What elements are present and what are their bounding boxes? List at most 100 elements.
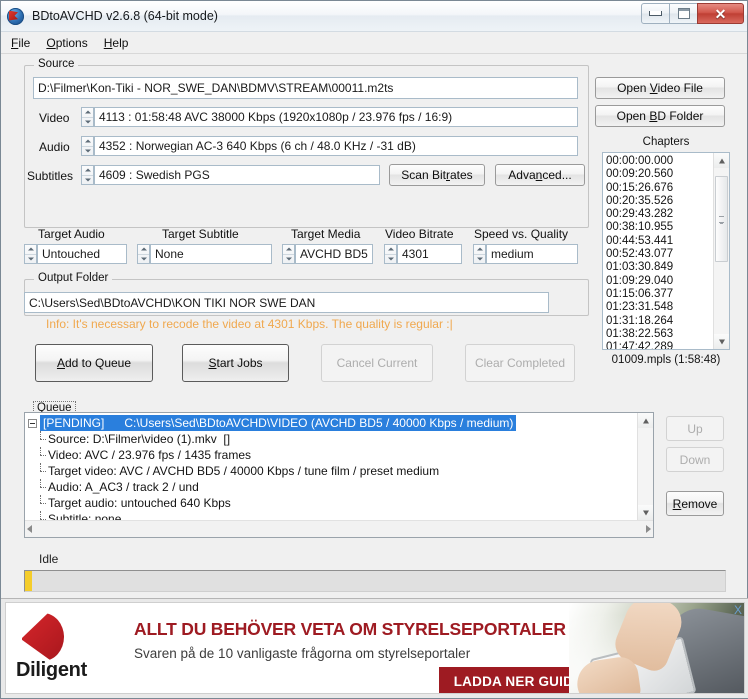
video-bitrate-input[interactable]: 4301 [397, 244, 462, 264]
progress-bar-fill [25, 571, 32, 591]
queue-detail-row: Subtitle: none [28, 510, 637, 520]
audio-track-input[interactable]: 4352 : Norwegian AC-3 640 Kbps (6 ch / 4… [94, 136, 578, 156]
subtitles-track-spinner[interactable] [81, 165, 94, 185]
scan-bitrates-button[interactable]: Scan Bitrates [389, 164, 485, 186]
menu-options[interactable]: Options [44, 34, 95, 52]
chapter-item[interactable]: 00:52:43.077 [606, 248, 713, 261]
queue-scroll-right-icon[interactable] [646, 525, 651, 533]
video-track-spinner[interactable] [81, 107, 94, 127]
minimize-button[interactable] [641, 3, 670, 24]
queue-selected-item[interactable]: [PENDING] C:\Users\Sed\BDtoAVCHD\VIDEO (… [40, 414, 517, 432]
advertisement-subline: Svaren på de 10 vanligaste frågorna om s… [134, 646, 471, 661]
chapter-item[interactable]: 01:47:42.289 [606, 341, 713, 349]
video-bitrate-label: Video Bitrate [385, 227, 454, 241]
chapter-item[interactable]: 01:23:31.548 [606, 301, 713, 314]
close-icon: ✕ [714, 5, 727, 22]
queue-vertical-scrollbar[interactable] [637, 413, 653, 520]
speed-quality-input[interactable]: medium [486, 244, 578, 264]
queue-horizontal-scrollbar[interactable] [25, 520, 653, 537]
chapters-scrollbar[interactable] [713, 153, 729, 349]
advertisement-content[interactable]: Diligent ALLT DU BEHÖVER VETA OM STYRELS… [5, 602, 745, 694]
video-track-input[interactable]: 4113 : 01:58:48 AVC 38000 Kbps (1920x108… [94, 107, 578, 127]
queue-inner: [PENDING] C:\Users\Sed\BDtoAVCHD\VIDEO (… [25, 413, 653, 520]
menu-file[interactable]: File [9, 34, 38, 52]
advertisement-headline: ALLT DU BEHÖVER VETA OM STYRELSEPORTALER [134, 619, 566, 639]
video-bitrate-spinner[interactable] [384, 244, 397, 264]
queue-detail-row: Source: D:\Filmer\video (1).mkv [] [28, 430, 637, 447]
add-to-queue-button[interactable]: Add to Queue [35, 344, 153, 382]
queue-detail-row: Target video: AVC / AVCHD BD5 / 40000 Kb… [28, 462, 637, 479]
advertiser-logo: Diligent [6, 603, 126, 693]
queue-row-header[interactable]: [PENDING] C:\Users\Sed\BDtoAVCHD\VIDEO (… [28, 414, 637, 432]
advanced-label: Advanced... [508, 168, 572, 182]
source-group-label: Source [34, 58, 79, 70]
queue-scroll-down-icon[interactable] [638, 505, 653, 520]
menu-bar: File Options Help [1, 32, 747, 54]
output-folder-input[interactable]: C:\Users\Sed\BDtoAVCHD\KON TIKI NOR SWE … [24, 292, 549, 313]
chapters-listbox[interactable]: 00:00:00.000 00:09:20.560 00:15:26.676 00:2… [602, 152, 730, 350]
scroll-up-icon[interactable] [714, 153, 729, 168]
open-video-file-label: Open Video File [617, 81, 703, 95]
advertiser-brand-name: Diligent [16, 659, 87, 681]
queue-up-label: Up [687, 421, 703, 436]
queue-detail-row: Target audio: untouched 640 Kbps [28, 494, 637, 511]
open-bd-folder-button[interactable]: Open BD Folder [595, 105, 725, 127]
audio-track-spinner[interactable] [81, 136, 94, 156]
queue-scroll-left-icon[interactable] [27, 525, 32, 533]
chapters-items: 00:00:00.000 00:09:20.560 00:15:26.676 00:2… [603, 153, 713, 349]
chapter-item[interactable]: 01:38:22.563 [606, 328, 713, 341]
queue-remove-button[interactable]: Remove [666, 491, 724, 516]
window-controls: ✕ [641, 3, 744, 24]
chapter-item[interactable]: 00:29:43.282 [606, 208, 713, 221]
advanced-button[interactable]: Advanced... [495, 164, 585, 186]
window-title: BDtoAVCHD v2.6.8 (64-bit mode) [32, 9, 218, 23]
chapter-item[interactable]: 00:44:53.441 [606, 235, 713, 248]
target-subtitle-label: Target Subtitle [162, 227, 239, 241]
cancel-current-label: Cancel Current [336, 356, 418, 370]
close-button[interactable]: ✕ [697, 3, 744, 24]
advertisement-close-icon[interactable]: X [734, 604, 742, 616]
subtitles-label: Subtitles [27, 169, 74, 183]
chapter-item[interactable]: 01:15:06.377 [606, 288, 713, 301]
chapter-item[interactable]: 00:09:20.560 [606, 168, 713, 181]
chapter-item[interactable]: 01:09:29.040 [606, 275, 713, 288]
queue-listbox[interactable]: [PENDING] C:\Users\Sed\BDtoAVCHD\VIDEO (… [24, 412, 654, 538]
target-media-input[interactable]: AVCHD BD5 [295, 244, 373, 264]
scroll-down-icon[interactable] [714, 334, 729, 349]
source-path-input[interactable]: D:\Filmer\Kon-Tiki - NOR_SWE_DAN\BDMV\ST… [33, 77, 578, 99]
chapter-item[interactable]: 01:03:30.849 [606, 261, 713, 274]
subtitles-track-input[interactable]: 4609 : Swedish PGS [94, 165, 380, 185]
target-subtitle-spinner[interactable] [137, 244, 150, 264]
audio-label: Audio [39, 140, 70, 154]
chapter-item[interactable]: 00:20:35.526 [606, 195, 713, 208]
queue-scroll-up-icon[interactable] [638, 413, 653, 428]
progress-bar [24, 570, 726, 592]
scroll-thumb[interactable] [715, 176, 728, 262]
queue-detail-text: Audio: A_AC3 / track 2 / und [37, 478, 199, 495]
queue-detail-text: Target video: AVC / AVCHD BD5 / 40000 Kb… [37, 462, 439, 479]
maximize-button[interactable] [669, 3, 698, 24]
queue-scroll-track[interactable] [638, 428, 653, 505]
target-audio-input[interactable]: Untouched [37, 244, 127, 264]
chapter-item[interactable]: 01:31:18.264 [606, 315, 713, 328]
clear-completed-button: Clear Completed [465, 344, 575, 382]
chapter-item[interactable]: 00:38:10.955 [606, 221, 713, 234]
queue-detail-row: Video: AVC / 23.976 fps / 1435 frames [28, 446, 637, 463]
target-audio-spinner[interactable] [24, 244, 37, 264]
target-media-spinner[interactable] [282, 244, 295, 264]
open-bd-folder-label: Open BD Folder [616, 109, 704, 123]
collapse-icon[interactable] [28, 418, 37, 428]
start-jobs-button[interactable]: Start Jobs [182, 344, 289, 382]
target-media-label: Target Media [291, 227, 361, 241]
advertisement-banner[interactable]: Diligent ALLT DU BEHÖVER VETA OM STYRELS… [1, 598, 748, 698]
queue-detail-text: Video: AVC / 23.976 fps / 1435 frames [37, 446, 251, 463]
chapter-item[interactable]: 00:00:00.000 [606, 155, 713, 168]
menu-help[interactable]: Help [102, 34, 137, 52]
speed-quality-spinner[interactable] [473, 244, 486, 264]
chapter-item[interactable]: 00:15:26.676 [606, 182, 713, 195]
minimize-icon [649, 11, 662, 16]
chapters-playlist-caption: 01009.mpls (1:58:48) [611, 354, 721, 366]
scroll-track[interactable] [714, 168, 729, 334]
open-video-file-button[interactable]: Open Video File [595, 77, 725, 99]
target-subtitle-input[interactable]: None [150, 244, 272, 264]
